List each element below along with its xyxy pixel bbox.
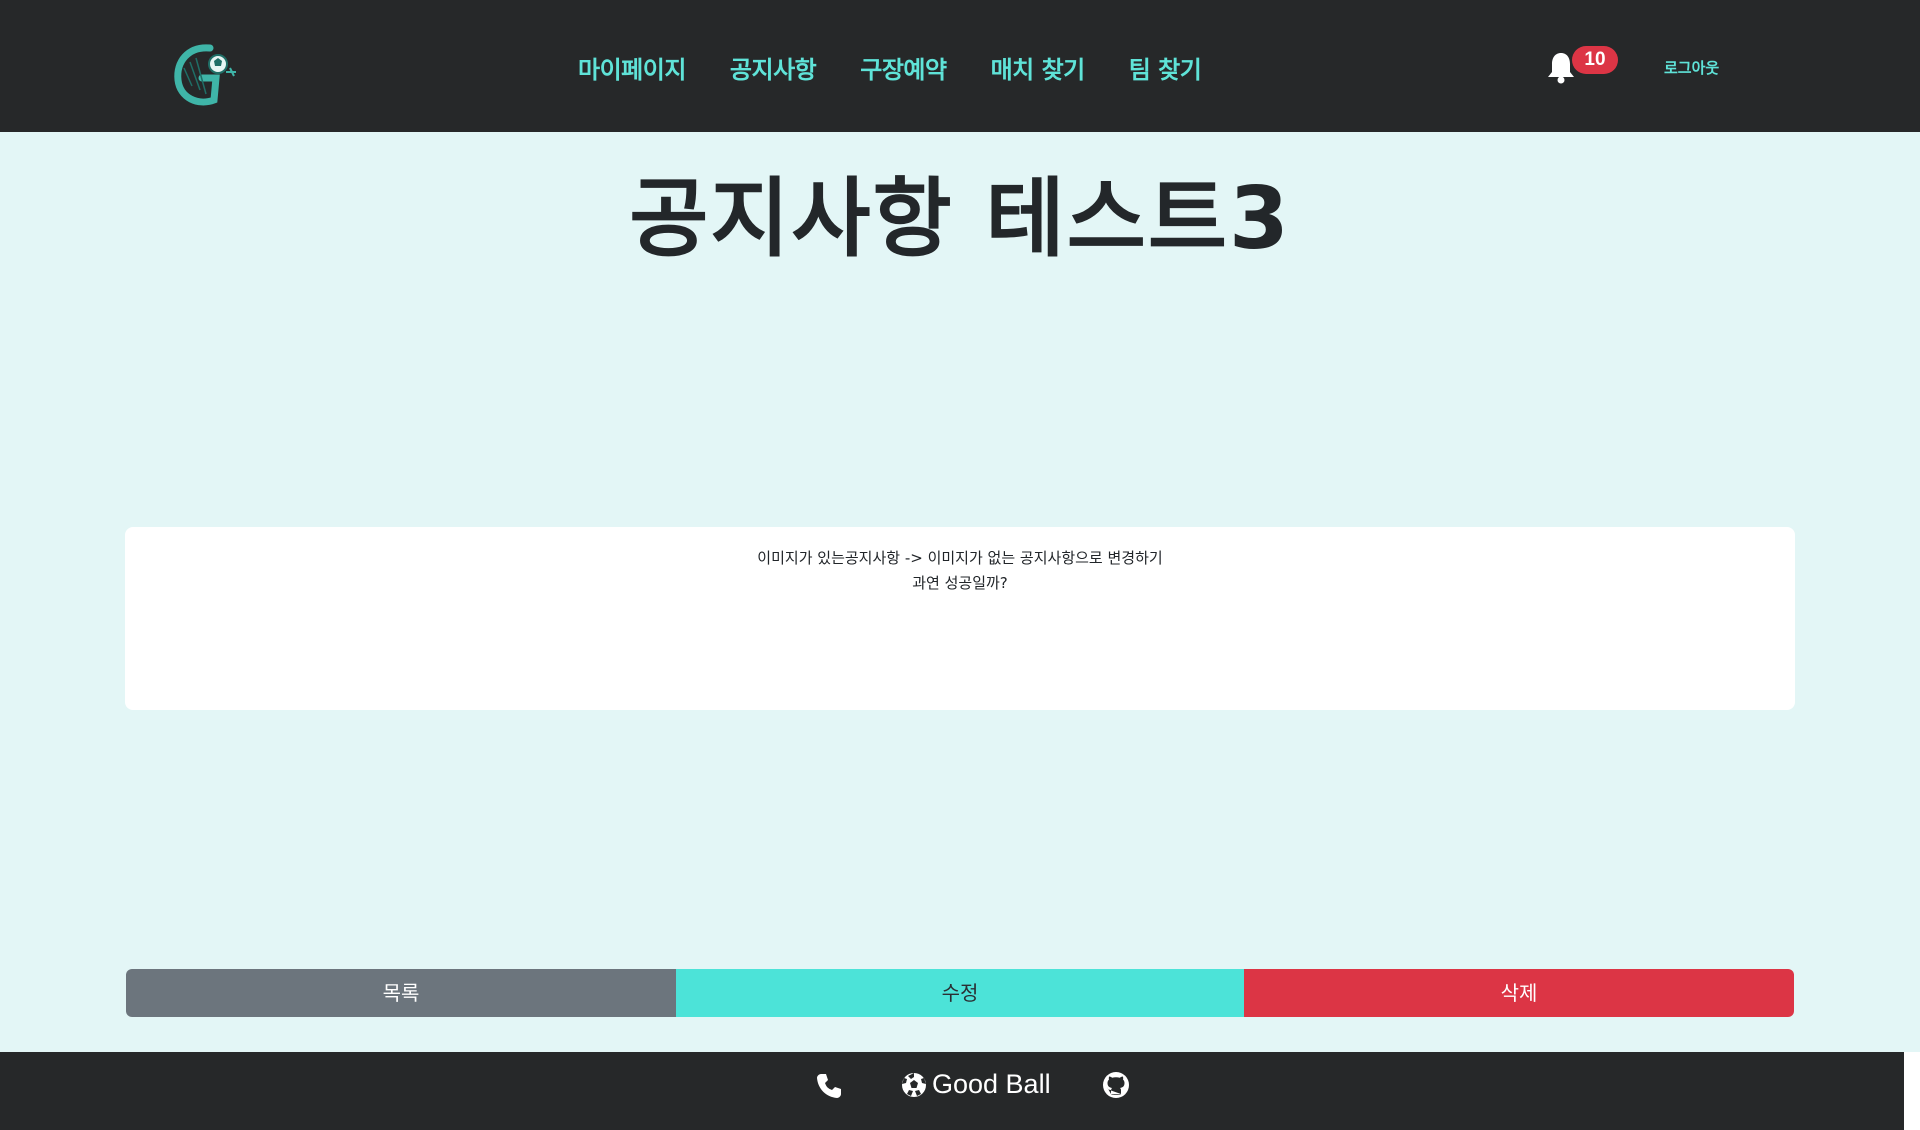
post-content-line: 과연 성공일까?: [912, 574, 1008, 592]
site-header: 마이페이지 공지사항 구장예약 매치 찾기 팀 찾기 10 로그아웃: [0, 0, 1920, 132]
github-icon[interactable]: [1102, 1071, 1130, 1099]
notification-count-badge: 10: [1572, 46, 1618, 74]
nav-find-match[interactable]: 매치 찾기: [991, 50, 1086, 85]
footer-scroll-gap: [1904, 1052, 1920, 1130]
logout-link[interactable]: 로그아웃: [1664, 57, 1719, 78]
post-content-line: 이미지가 있는공지사항 -> 이미지가 없는 공지사항으로 변경하기: [757, 549, 1163, 567]
footer-brand[interactable]: Good Ball: [932, 1069, 1051, 1100]
post-actions: 목록 수정 삭제: [126, 969, 1794, 1017]
nav-find-team[interactable]: 팀 찾기: [1129, 50, 1202, 85]
delete-button[interactable]: 삭제: [1244, 969, 1794, 1017]
edit-button[interactable]: 수정: [676, 969, 1244, 1017]
bell-icon[interactable]: [1546, 50, 1576, 84]
logo[interactable]: [170, 42, 244, 108]
phone-icon[interactable]: [815, 1072, 843, 1100]
post-content-card: 이미지가 있는공지사항 -> 이미지가 없는 공지사항으로 변경하기 과연 성공…: [125, 527, 1795, 710]
list-button[interactable]: 목록: [126, 969, 676, 1017]
nav-field-reservation[interactable]: 구장예약: [860, 50, 947, 85]
nav-mypage[interactable]: 마이페이지: [578, 50, 686, 85]
nav-notice[interactable]: 공지사항: [730, 50, 817, 85]
main-nav: 마이페이지 공지사항 구장예약 매치 찾기 팀 찾기: [578, 50, 1245, 85]
page-title: 공지사항 테스트3: [629, 169, 1291, 269]
soccer-ball-icon: [902, 1073, 926, 1097]
